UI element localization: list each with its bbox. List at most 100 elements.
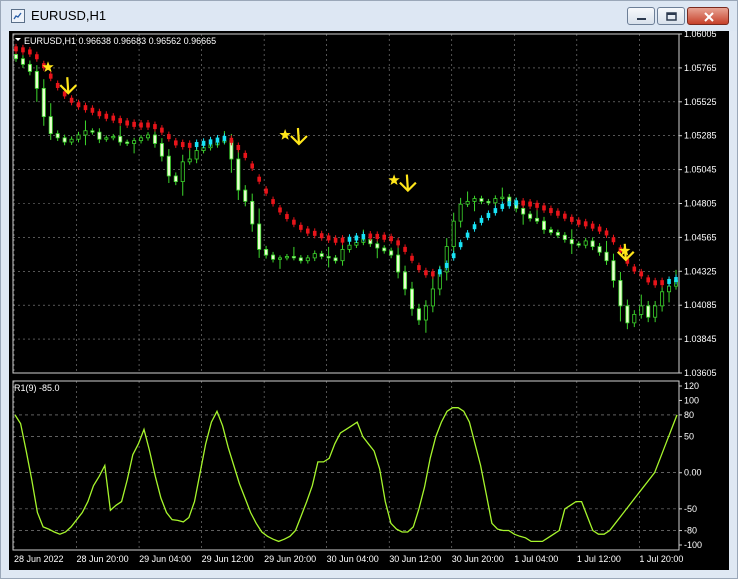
band-block <box>167 134 171 140</box>
price-tick-label: 1.05045 <box>684 165 717 175</box>
signal-star-icon <box>388 174 400 185</box>
candle-body <box>264 249 269 256</box>
candle-body <box>646 305 651 318</box>
band-block <box>507 201 512 207</box>
candle-body <box>312 253 317 259</box>
candle-body <box>277 257 282 260</box>
candle-body <box>667 285 672 293</box>
candle-body <box>451 220 456 247</box>
candle-body <box>590 240 595 247</box>
time-tick-label: 28 Jun 20:00 <box>77 554 129 564</box>
price-tick-label: 1.05765 <box>684 63 717 73</box>
candle-body <box>604 251 609 262</box>
candle-body <box>340 249 345 262</box>
band-block <box>76 102 81 108</box>
candle-body <box>20 58 25 65</box>
band-block <box>340 237 345 243</box>
indicator-panel-label: R1(9) -85.0 <box>14 383 60 393</box>
sell-arrow-icon <box>399 174 417 193</box>
band-block <box>660 280 664 286</box>
band-block <box>173 140 178 146</box>
band-block <box>55 82 60 88</box>
time-tick-label: 28 Jun 2022 <box>14 554 64 564</box>
info-triangle-icon[interactable] <box>15 38 21 41</box>
band-block <box>278 207 282 213</box>
band-block <box>83 105 88 111</box>
candle-body <box>152 134 157 144</box>
chart-window-icon <box>11 9 25 23</box>
candle-body <box>548 229 553 233</box>
candle-body <box>479 198 484 202</box>
close-icon <box>704 12 714 22</box>
band-block <box>208 139 213 145</box>
band-block <box>396 240 400 246</box>
time-tick-label: 30 Jun 04:00 <box>327 554 379 564</box>
candle-body <box>486 200 491 204</box>
time-tick-label: 1 Jul 12:00 <box>577 554 621 564</box>
candle-body <box>618 280 623 307</box>
candle-body <box>458 203 463 222</box>
candle-body <box>562 234 567 240</box>
candle-body <box>132 140 137 144</box>
band-block <box>271 199 275 205</box>
window-title: EURUSD,H1 <box>31 8 107 23</box>
oscillator-series <box>14 407 678 543</box>
band-block <box>556 210 560 216</box>
band-block <box>417 265 421 271</box>
band-block <box>347 236 352 242</box>
band-block <box>299 224 303 230</box>
band-block <box>48 73 53 79</box>
band-block <box>590 223 595 229</box>
candle-body <box>430 288 435 307</box>
candle-body <box>465 200 470 205</box>
band-block <box>604 230 609 236</box>
time-tick-label: 30 Jun 20:00 <box>452 554 504 564</box>
osc-tick-label: 80 <box>684 410 694 420</box>
band-block <box>535 202 539 208</box>
candle-body <box>347 244 352 250</box>
band-block <box>264 188 268 194</box>
candle-body <box>569 239 574 245</box>
band-block <box>292 219 296 225</box>
band-series <box>14 43 678 288</box>
title-bar[interactable]: EURUSD,H1 <box>1 1 737 31</box>
chart-area[interactable]: EURUSD,H1 0.96638 0.96683 0.96562 0.9666… <box>9 31 729 570</box>
chart-svg[interactable]: EURUSD,H1 0.96638 0.96683 0.96562 0.9666… <box>9 31 729 570</box>
band-block <box>486 212 491 218</box>
band-block <box>667 278 671 284</box>
band-block <box>28 49 32 55</box>
candle-body <box>291 256 296 259</box>
candle-body <box>611 260 616 281</box>
maximize-button[interactable] <box>657 7 685 25</box>
candle-body <box>62 137 67 143</box>
osc-tick-label: 0.00 <box>684 468 702 478</box>
band-block <box>632 266 637 272</box>
candle-body <box>528 213 533 219</box>
candle-body <box>409 288 414 310</box>
minimize-button[interactable] <box>627 7 655 25</box>
band-block <box>319 233 324 239</box>
close-button[interactable] <box>687 7 729 25</box>
price-tick-label: 1.04085 <box>684 300 717 310</box>
band-block <box>361 234 366 240</box>
time-tick-label: 29 Jun 04:00 <box>139 554 191 564</box>
band-block <box>375 233 380 239</box>
time-tick-label: 29 Jun 12:00 <box>202 554 254 564</box>
candle-body <box>187 158 192 163</box>
osc-line <box>14 407 678 543</box>
band-block <box>403 246 407 252</box>
band-block <box>333 237 338 243</box>
band-block <box>97 111 102 117</box>
osc-tick-label: 50 <box>684 432 694 442</box>
band-block <box>583 221 588 227</box>
candle-body <box>653 305 658 318</box>
candle-body <box>660 291 665 307</box>
band-block <box>194 142 199 148</box>
candle-body <box>118 136 123 143</box>
band-block <box>444 262 449 268</box>
candle-body <box>27 63 32 72</box>
band-block <box>431 271 435 277</box>
band-block <box>243 152 248 158</box>
candle-body <box>69 138 74 143</box>
price-tick-label: 1.04565 <box>684 232 717 242</box>
